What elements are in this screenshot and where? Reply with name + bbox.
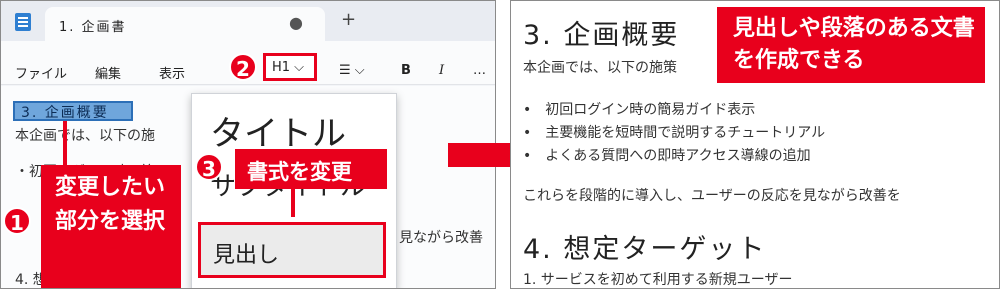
option-title[interactable]: タイトル — [210, 106, 346, 155]
selected-heading-text[interactable]: 3. 企画概要 — [21, 102, 109, 122]
notepad-window: 1. 企画書 ● + ファイル 編集 表示 ☰ ⌵ B I … H1 ⌵ 2 3… — [0, 0, 496, 289]
preview-paragraph: これらを段階的に導入し、ユーザーの反応を見ながら改善を — [523, 188, 901, 204]
menu-edit[interactable]: 編集 — [95, 63, 121, 82]
preview-subitem: 1. サービスを初めて利用する新規ユーザー — [523, 272, 793, 288]
step-3-connector — [291, 189, 295, 217]
bold-button[interactable]: B — [401, 63, 411, 78]
document-tab[interactable]: 1. 企画書 ● — [45, 7, 325, 41]
option-heading-label: 見出し — [213, 243, 280, 268]
preview-bullet-2-text: 主要機能を短時間で説明するチュートリアル — [545, 125, 826, 141]
unsaved-dot-icon[interactable]: ● — [289, 13, 303, 32]
italic-button[interactable]: I — [439, 63, 444, 78]
step-3-callout: 書式を変更 — [235, 149, 387, 189]
preview-bullet-1: • 初回ログイン時の簡易ガイド表示 — [523, 102, 756, 118]
step-3-marker: 3 — [195, 153, 223, 181]
heading-format-select[interactable]: H1 ⌵ — [263, 53, 317, 81]
tab-title: 1. 企画書 — [59, 20, 127, 35]
list-format-button[interactable]: ☰ ⌵ — [339, 63, 365, 78]
preview-heading-4: 4. 想定ターゲット — [523, 234, 767, 265]
result-callout: 見出しや段落のある文書を作成できる — [717, 7, 985, 83]
title-bar: 1. 企画書 ● + — [1, 1, 495, 41]
option-heading[interactable]: 見出し — [198, 222, 386, 278]
document-preview: 3. 企画概要 本企画では、以下の施策 • 初回ログイン時の簡易ガイド表示 • … — [510, 0, 1000, 289]
preview-bullet-1-text: 初回ログイン時の簡易ガイド表示 — [545, 102, 756, 118]
step-1-marker: 1 — [3, 207, 31, 235]
step-1-connector — [63, 121, 67, 167]
preview-intro: 本企画では、以下の施策 — [523, 60, 677, 76]
more-options-button[interactable]: … — [473, 63, 486, 78]
preview-bullet-2: • 主要機能を短時間で説明するチュートリアル — [523, 125, 826, 141]
doc-paragraph-trailing[interactable]: 見ながら改善 — [399, 227, 483, 247]
doc-paragraph[interactable]: 本企画では、以下の施 — [15, 125, 155, 145]
new-tab-button[interactable]: + — [341, 9, 356, 30]
menu-view[interactable]: 表示 — [159, 63, 185, 82]
preview-heading-3: 3. 企画概要 — [523, 20, 680, 51]
step-2-marker: 2 — [229, 53, 257, 81]
step-1-callout: 変更したい部分を選択 — [41, 165, 181, 288]
menu-file[interactable]: ファイル — [15, 63, 67, 82]
notepad-app-icon — [15, 13, 31, 31]
preview-bullet-3: • よくある質問への即時アクセス導線の追加 — [523, 148, 811, 164]
preview-bullet-3-text: よくある質問への即時アクセス導線の追加 — [545, 148, 811, 164]
